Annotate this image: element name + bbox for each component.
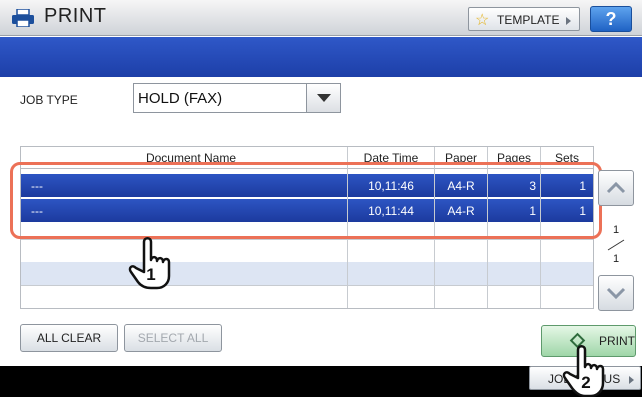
page-indicator: 1 1	[600, 222, 632, 272]
scroll-down-button[interactable]	[598, 275, 634, 311]
all-clear-button[interactable]: ALL CLEAR	[20, 324, 118, 352]
page-title: PRINT	[44, 5, 107, 27]
page-current: 1	[612, 224, 620, 236]
dropdown-button[interactable]	[306, 84, 340, 112]
template-label: TEMPLATE	[497, 13, 560, 27]
selection-highlight	[10, 162, 602, 239]
star-icon: ☆	[475, 12, 490, 29]
page-total: 1	[612, 253, 620, 265]
job-type-label: JOB TYPE	[20, 93, 78, 107]
select-all-button[interactable]: SELECT ALL	[124, 324, 222, 352]
chevron-down-icon	[317, 94, 331, 102]
table-row[interactable]	[21, 239, 593, 262]
printer-icon	[12, 9, 34, 27]
chevron-right-icon	[629, 376, 634, 384]
print-screen: { "header": { "title": "PRINT", "templat…	[0, 0, 642, 397]
pointing-hand-icon: 2	[562, 345, 605, 397]
help-button[interactable]: ?	[590, 6, 632, 32]
title-bar: PRINT ☆ TEMPLATE ?	[0, 0, 642, 36]
table-row[interactable]	[21, 285, 593, 308]
page-divider	[607, 239, 625, 251]
chevron-down-icon	[606, 287, 626, 300]
chevron-up-icon	[606, 181, 626, 194]
step-number: 2	[581, 373, 590, 392]
template-button[interactable]: ☆ TEMPLATE	[468, 7, 580, 31]
message-bar	[0, 37, 642, 77]
job-type-dropdown[interactable]: HOLD (FAX)	[133, 83, 341, 113]
table-row[interactable]	[21, 262, 593, 285]
job-type-value: HOLD (FAX)	[138, 90, 223, 107]
pointing-hand-icon: 1	[128, 237, 171, 290]
chevron-right-icon	[566, 17, 571, 25]
scroll-up-button[interactable]	[598, 170, 634, 206]
step-number: 1	[146, 265, 155, 284]
